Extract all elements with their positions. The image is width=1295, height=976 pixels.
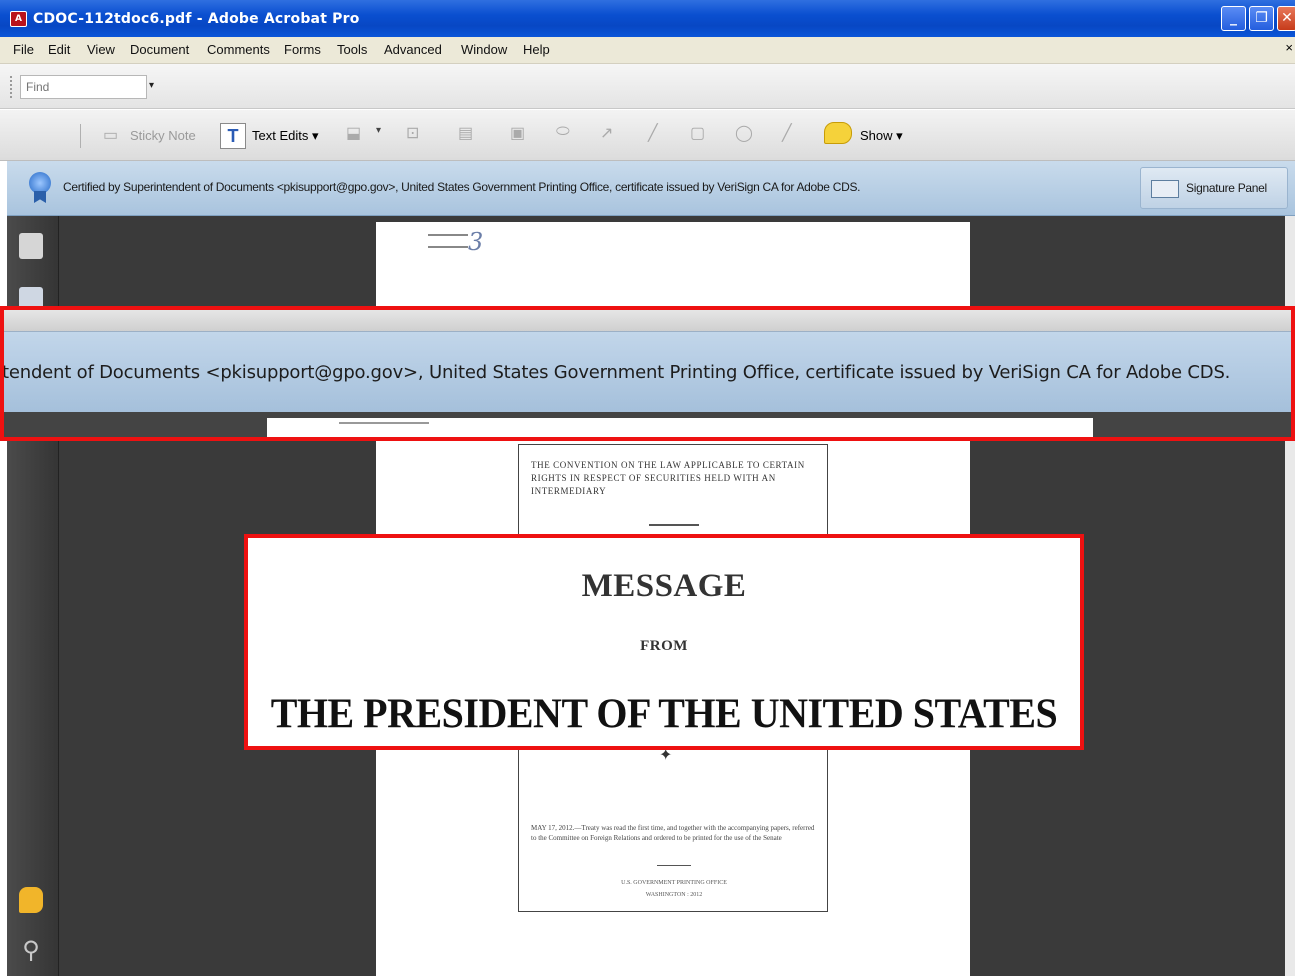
toolbar-separator	[80, 124, 81, 148]
zoomed-certificate-bar: tendent of Documents <pkisupport@gpo.gov…	[2, 332, 1291, 412]
signature-panel-button[interactable]: Signature Panel	[1140, 167, 1288, 209]
printer-name: U.S. GOVERNMENT PRINTING OFFICE	[621, 880, 727, 886]
oval-icon[interactable]: ◯	[735, 123, 753, 143]
rectangle-icon[interactable]: ▢	[690, 123, 705, 143]
title-bar: A CDOC-112tdoc6.pdf - Adobe Acrobat Pro …	[0, 0, 1295, 37]
text-edits-icon[interactable]: T	[220, 123, 246, 149]
menu-document[interactable]: Document	[130, 42, 189, 57]
zoom-highlight-certificate: tendent of Documents <pkisupport@gpo.gov…	[0, 306, 1295, 441]
menu-tools[interactable]: Tools	[337, 42, 367, 57]
menu-bar: File Edit View Document Comments Forms T…	[0, 37, 1295, 64]
menu-window[interactable]: Window	[461, 42, 507, 57]
attachment-icon[interactable]: ⚲	[19, 936, 43, 964]
menu-help[interactable]: Help	[523, 42, 550, 57]
callout-icon[interactable]: ▤	[458, 123, 473, 143]
menu-view[interactable]: View	[87, 42, 115, 57]
divider	[649, 524, 699, 526]
message-president: THE PRESIDENT OF THE UNITED STATES	[270, 689, 1058, 738]
cloud-icon[interactable]: ⬭	[556, 123, 570, 141]
window-title: CDOC-112tdoc6.pdf - Adobe Acrobat Pro	[33, 11, 360, 27]
zoomed-certificate-text: tendent of Documents <pkisupport@gpo.gov…	[2, 362, 1231, 383]
menu-comments[interactable]: Comments	[207, 42, 270, 57]
authenticated-gpo-logo: 3	[428, 228, 488, 258]
comments-icon[interactable]	[19, 887, 43, 913]
message-from: FROM	[640, 638, 688, 654]
close-button[interactable]: ✕	[1277, 6, 1295, 31]
find-dropdown-icon[interactable]: ▾	[149, 80, 154, 91]
menu-edit[interactable]: Edit	[48, 42, 70, 57]
printer-imprint: U.S. GOVERNMENT PRINTING OFFICE WASHINGT…	[559, 877, 789, 901]
line-icon[interactable]: ╱	[648, 123, 658, 143]
text-box-icon[interactable]: ⊡	[406, 123, 419, 143]
printer-place: WASHINGTON : 2012	[645, 892, 703, 898]
zoom-highlight-message: MESSAGE FROM THE PRESIDENT OF THE UNITED…	[244, 534, 1084, 750]
maximize-button[interactable]: ❐	[1249, 6, 1274, 31]
ribbon-tail-icon	[34, 191, 46, 203]
acrobat-app-icon[interactable]: A	[10, 11, 27, 27]
sticky-note-icon[interactable]: ▭	[103, 125, 118, 145]
divider	[657, 865, 691, 866]
zoomed-page-top	[267, 418, 1093, 437]
message-heading: MESSAGE	[581, 568, 747, 604]
stamp-dropdown-icon[interactable]: ▾	[376, 125, 381, 136]
signature-panel-label: Signature Panel	[1186, 181, 1267, 195]
referral-note: MAY 17, 2012.—Treaty was read the first …	[531, 824, 815, 842]
text-field-icon[interactable]: ▣	[510, 123, 525, 143]
stamp-icon[interactable]: ⬓	[346, 123, 361, 143]
zoomed-logo	[339, 422, 429, 434]
comment-toolbar: ▭ Sticky Note T Text Edits ▾ ⬓ ▾ ⊡ ▤ ▣ ⬭…	[0, 110, 1295, 161]
convention-title: THE CONVENTION ON THE LAW APPLICABLE TO …	[531, 460, 805, 496]
zoomed-toolbar	[4, 310, 1291, 332]
signature-pen-icon	[1151, 180, 1179, 198]
pages-icon[interactable]	[19, 233, 43, 259]
text-edits-label[interactable]: Text Edits ▾	[252, 128, 319, 144]
certified-ribbon-icon	[29, 172, 51, 194]
show-label[interactable]: Show ▾	[860, 128, 903, 144]
sticky-note-label[interactable]: Sticky Note	[130, 128, 196, 143]
menu-file[interactable]: File	[13, 42, 34, 57]
toolbar-grip[interactable]	[10, 76, 14, 98]
find-input[interactable]	[20, 75, 147, 99]
menu-forms[interactable]: Forms	[284, 42, 321, 57]
certificate-message: Certified by Superintendent of Documents…	[63, 180, 861, 194]
certificate-bar: Certified by Superintendent of Documents…	[7, 161, 1295, 216]
menu-advanced[interactable]: Advanced	[384, 42, 442, 57]
arrow-icon[interactable]: ↗	[600, 123, 613, 143]
pencil-icon[interactable]: ╱	[782, 123, 792, 143]
find-toolbar: ▾	[0, 64, 1295, 109]
document-close-icon[interactable]: ×	[1285, 40, 1293, 55]
show-comments-icon[interactable]	[824, 122, 852, 144]
minimize-button[interactable]: _	[1221, 6, 1246, 31]
